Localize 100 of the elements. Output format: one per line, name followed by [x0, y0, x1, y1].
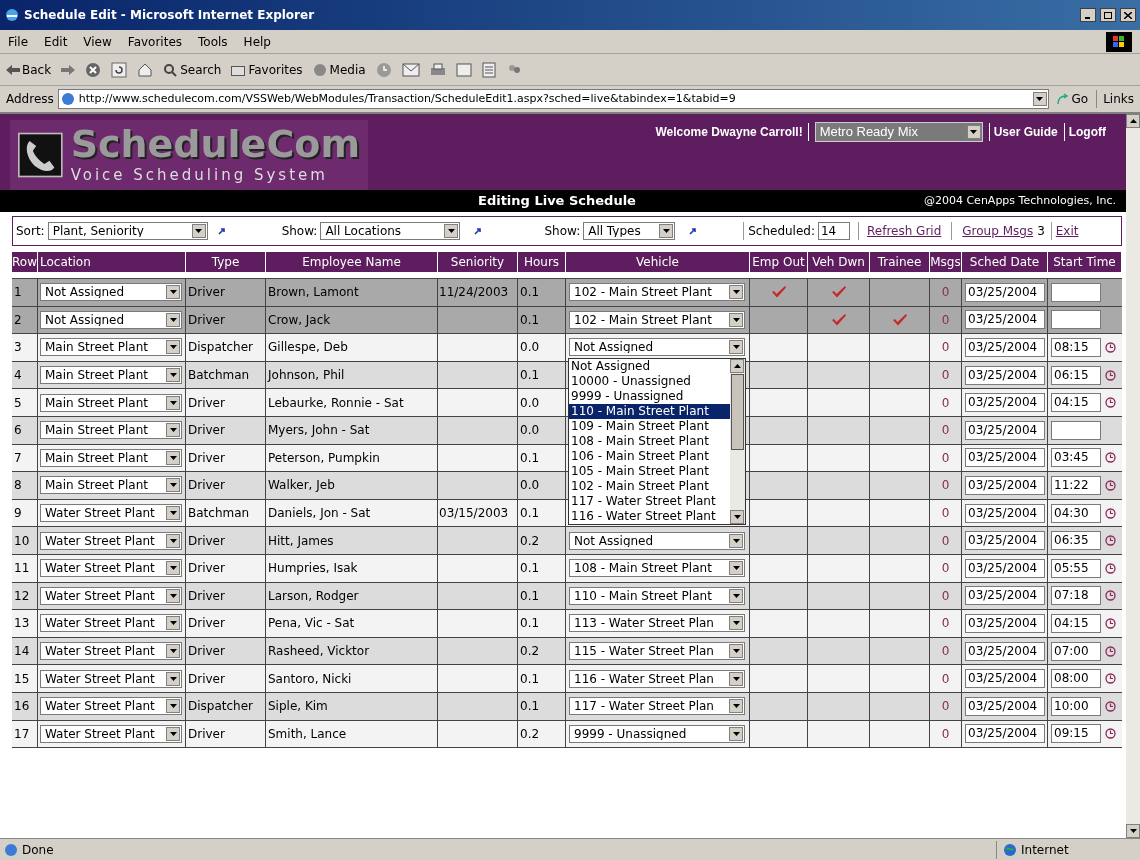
edit-icon[interactable] [455, 62, 472, 77]
time-field[interactable]: 10:00 [1051, 696, 1101, 716]
clock-icon[interactable] [1105, 728, 1116, 740]
date-field[interactable]: 03/25/2004 [965, 531, 1045, 551]
search-button[interactable]: Search [163, 60, 222, 79]
vehicle-select[interactable]: 108 - Main Street Plant [569, 559, 745, 578]
time-field[interactable]: 11:22 [1051, 475, 1101, 495]
vehicle-select[interactable]: 102 - Main Street Plant [569, 310, 745, 329]
message-count[interactable]: 0 [930, 389, 962, 416]
refresh-grid-link[interactable]: Refresh Grid [858, 222, 942, 240]
time-field[interactable]: 04:15 [1051, 613, 1101, 633]
clock-icon[interactable] [1105, 452, 1116, 464]
home-icon[interactable] [137, 61, 154, 78]
date-field[interactable]: 03/25/2004 [965, 558, 1045, 578]
location-select[interactable]: Water Street Plant [40, 559, 182, 578]
back-button[interactable]: Back [6, 60, 52, 79]
location-select[interactable]: Main Street Plant [40, 338, 182, 357]
message-count[interactable]: 0 [930, 582, 962, 610]
date-field[interactable]: 03/25/2004 [965, 393, 1045, 413]
dropdown-option[interactable]: 109 - Main Street Plant [569, 419, 730, 435]
message-count[interactable]: 0 [930, 499, 962, 527]
document-icon[interactable] [481, 61, 496, 78]
time-field[interactable]: 04:15 [1051, 393, 1101, 413]
clock-icon[interactable] [1105, 397, 1116, 409]
dropdown-option[interactable]: 117 - Water Street Plant [569, 494, 730, 510]
location-select[interactable]: Main Street Plant [40, 448, 182, 467]
location-select[interactable]: Water Street Plant [40, 586, 182, 605]
date-field[interactable]: 03/25/2004 [965, 475, 1045, 495]
location-select[interactable]: Water Street Plant [40, 531, 182, 550]
menu-item[interactable]: Help [243, 32, 271, 51]
minimize-button[interactable] [1080, 8, 1096, 22]
time-field[interactable]: 03:45 [1051, 448, 1101, 468]
header-link[interactable]: User Guide [988, 123, 1058, 141]
time-field[interactable] [1051, 420, 1101, 440]
message-count[interactable]: 0 [930, 692, 962, 720]
location-select[interactable]: Water Street Plant [40, 642, 182, 660]
dropdown-option[interactable]: 106 - Main Street Plant [569, 449, 730, 465]
media-button[interactable]: Media [312, 60, 366, 79]
time-field[interactable]: 04:30 [1051, 503, 1101, 523]
menu-item[interactable]: Tools [198, 32, 228, 51]
time-field[interactable]: 06:35 [1051, 531, 1101, 551]
location-select[interactable]: Water Street Plant [40, 724, 182, 743]
date-field[interactable]: 03/25/2004 [965, 696, 1045, 716]
clock-icon[interactable] [1105, 617, 1116, 629]
dropdown-option[interactable]: Not Assigned [569, 359, 730, 375]
vehicle-select[interactable]: 113 - Water Street Plan [569, 614, 745, 633]
print-icon[interactable] [429, 62, 446, 77]
scrollbar[interactable] [730, 359, 745, 525]
clock-icon[interactable] [1105, 673, 1116, 685]
location-select[interactable]: Main Street Plant [40, 421, 182, 440]
exit-link[interactable]: Exit [1050, 222, 1079, 240]
location-select[interactable]: Main Street Plant [40, 476, 182, 495]
group-msgs-link[interactable]: Group Msgs [951, 222, 1034, 240]
clock-icon[interactable] [1105, 479, 1116, 491]
date-field[interactable]: 03/25/2004 [965, 420, 1045, 440]
location-select[interactable]: Water Street Plant [40, 614, 182, 633]
arrow-icon[interactable] [474, 227, 483, 235]
date-field[interactable]: 03/25/2004 [965, 338, 1045, 357]
location-select[interactable]: Water Street Plant [40, 504, 182, 523]
dropdown-option[interactable]: 10000 - Unassigned [569, 374, 730, 390]
checkmark-icon[interactable] [891, 312, 908, 327]
message-count[interactable]: 0 [930, 444, 962, 472]
vehicle-select[interactable]: Not Assigned [569, 338, 745, 357]
checkmark-icon[interactable] [830, 285, 847, 300]
location-select[interactable]: Main Street Plant [40, 393, 182, 412]
scheduled-field[interactable]: 14 [818, 222, 850, 240]
checkmark-icon[interactable] [770, 285, 787, 300]
clock-icon[interactable] [1105, 700, 1116, 712]
date-field[interactable]: 03/25/2004 [965, 365, 1045, 385]
go-button[interactable]: Go [1052, 90, 1093, 108]
dropdown-option[interactable]: 110 - Main Street Plant [569, 404, 730, 420]
date-field[interactable]: 03/25/2004 [965, 282, 1045, 302]
dropdown-option[interactable]: 105 - Main Street Plant [569, 464, 730, 480]
clock-icon[interactable] [1105, 535, 1116, 547]
message-count[interactable]: 0 [930, 527, 962, 554]
time-field[interactable]: 08:15 [1051, 338, 1101, 357]
links-button[interactable]: Links [1096, 90, 1134, 108]
arrow-icon[interactable] [217, 227, 226, 235]
menu-item[interactable]: Favorites [127, 32, 183, 51]
vehicle-select[interactable]: 117 - Water Street Plan [569, 697, 745, 716]
location-select[interactable]: Water Street Plant [40, 697, 182, 716]
message-count[interactable]: 0 [930, 416, 962, 444]
company-select[interactable]: Metro Ready Mix [814, 122, 983, 142]
date-field[interactable]: 03/25/2004 [965, 448, 1045, 468]
close-button[interactable] [1120, 8, 1136, 22]
refresh-icon[interactable] [111, 61, 128, 78]
vehicle-select[interactable]: 116 - Water Street Plan [569, 669, 745, 688]
dropdown-option[interactable]: 116 - Water Street Plant [569, 509, 730, 525]
message-count[interactable]: 0 [930, 306, 962, 334]
message-count[interactable]: 0 [930, 720, 962, 748]
menu-item[interactable]: Edit [44, 32, 68, 51]
page-scrollbar[interactable] [1126, 114, 1140, 838]
time-field[interactable]: 06:15 [1051, 365, 1101, 385]
message-count[interactable]: 0 [930, 637, 962, 665]
type-filter-select[interactable]: All Types [583, 222, 676, 240]
message-count[interactable]: 0 [930, 554, 962, 582]
date-field[interactable]: 03/25/2004 [965, 586, 1045, 606]
vehicle-select[interactable]: 102 - Main Street Plant [569, 283, 745, 302]
date-field[interactable]: 03/25/2004 [965, 613, 1045, 633]
date-field[interactable]: 03/25/2004 [965, 641, 1045, 661]
